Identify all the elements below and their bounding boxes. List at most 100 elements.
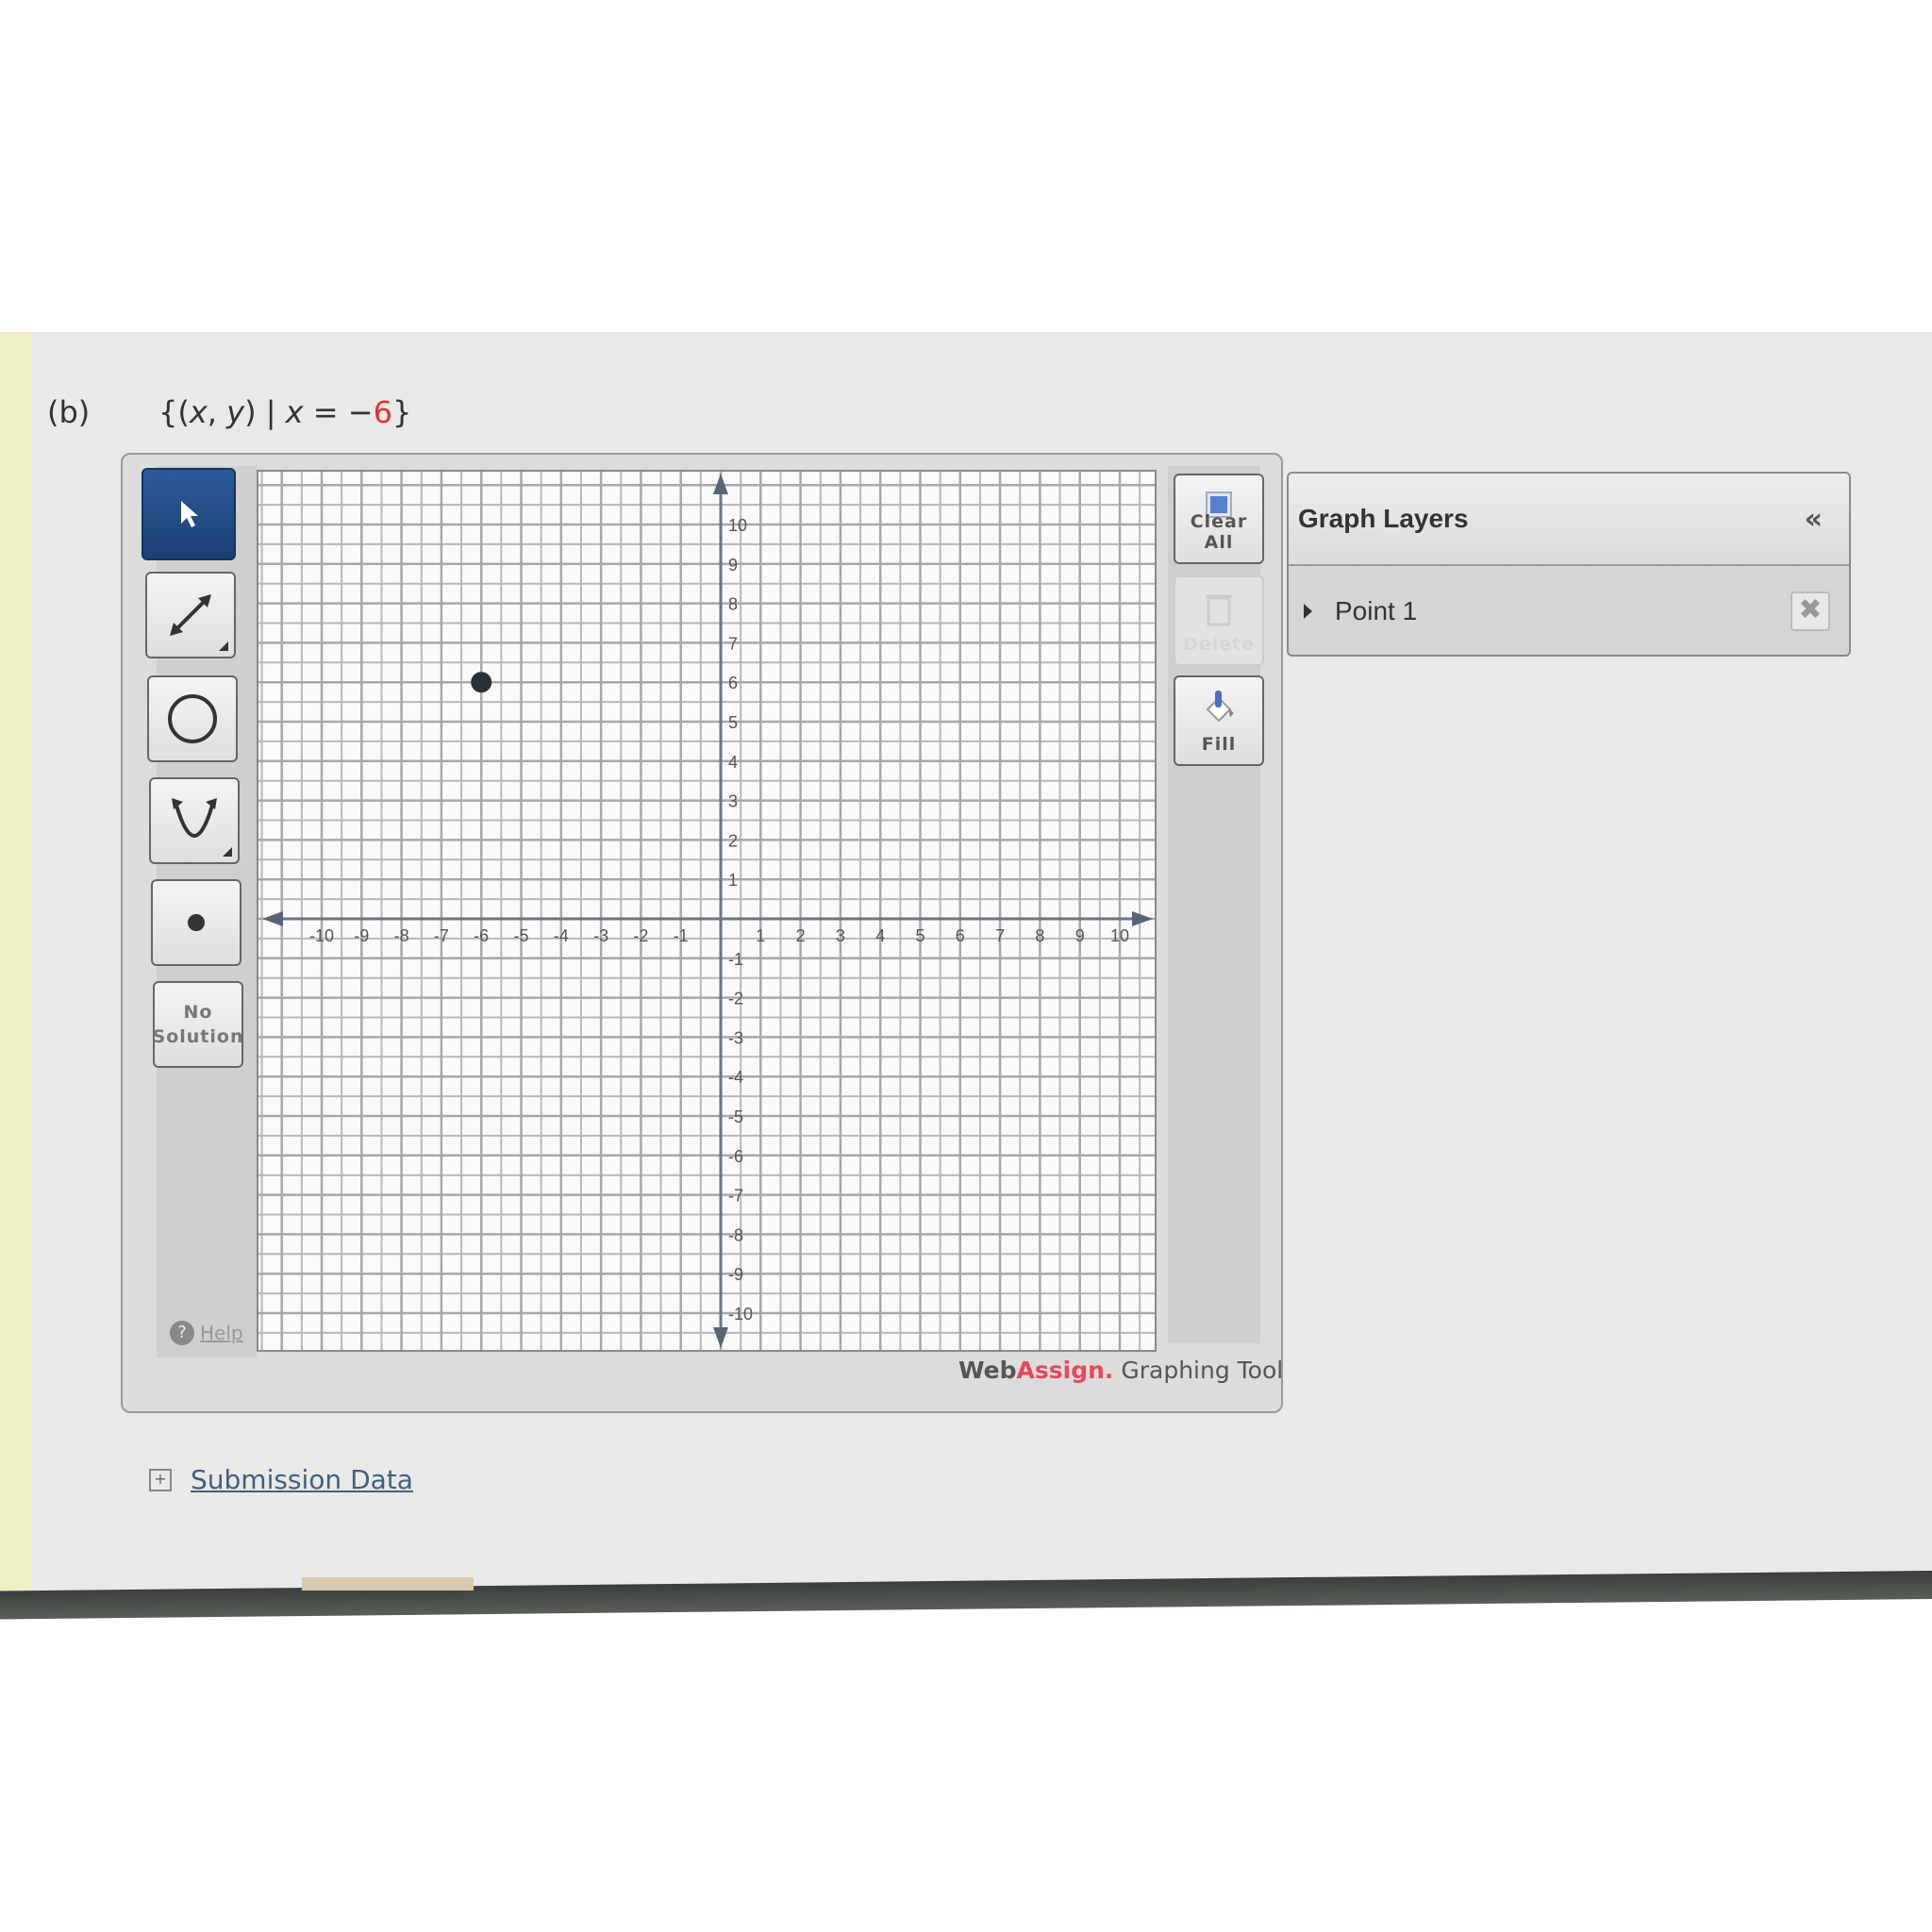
collapse-icon[interactable]: « <box>1805 503 1823 536</box>
fill-label: Fill <box>1201 734 1237 755</box>
y-tick-label: 10 <box>728 516 747 535</box>
point-icon <box>188 914 205 931</box>
y-tick-label: 9 <box>728 556 738 575</box>
line-arrow-icon <box>170 594 211 636</box>
delete-button[interactable]: Delete <box>1174 575 1264 666</box>
y-tick-label: 7 <box>728 634 738 653</box>
part-label: (b) <box>47 394 91 430</box>
expr-comma: , <box>207 394 227 430</box>
expr-value: 6 <box>373 394 392 430</box>
layer-item-label: Point 1 <box>1335 596 1418 625</box>
x-tick-label: 2 <box>796 926 806 945</box>
x-tick-label: 7 <box>995 926 1005 945</box>
no-solution-label-2: Solution <box>152 1026 244 1047</box>
parabola-tool-button[interactable] <box>149 777 240 864</box>
y-tick-label: -6 <box>728 1147 743 1166</box>
x-tick-label: 9 <box>1075 926 1085 945</box>
x-tick-label: -7 <box>434 926 449 945</box>
y-tick-label: -5 <box>728 1108 743 1126</box>
submenu-corner-icon <box>219 641 228 651</box>
expr-mid: ) | <box>244 394 286 430</box>
bezel-sticker <box>302 1577 474 1591</box>
x-tick-label: -4 <box>554 926 569 945</box>
y-tick-label: -7 <box>728 1187 743 1206</box>
x-tick-label: -5 <box>513 926 528 945</box>
y-tick-label: 1 <box>728 871 738 890</box>
x-tick-label: 3 <box>836 926 845 945</box>
coordinate-plane[interactable]: -10 -9 -8 -7 -6 -5 -4 -3 -2 -1 1 2 3 4 5 6 7 8 9 10 10 9 8 7 6 5 4… <box>258 472 1155 1350</box>
circle-tool-button[interactable] <box>147 675 238 762</box>
y-tick-label: -3 <box>728 1028 743 1047</box>
x-tick-label: 1 <box>756 926 765 945</box>
brand-suffix: Graphing Tool <box>1113 1357 1284 1384</box>
y-tick-label: -8 <box>728 1225 743 1244</box>
graph-canvas[interactable]: -10 -9 -8 -7 -6 -5 -4 -3 -2 -1 1 2 3 4 5 6 7 8 9 10 10 9 8 7 6 5 4… <box>257 470 1157 1352</box>
x-tick-label: -2 <box>633 926 648 945</box>
graph-layers-panel: Graph Layers « Point 1 ✖ <box>1287 472 1851 657</box>
left-edge-strip <box>0 332 32 1596</box>
x-tick-label: -9 <box>354 926 369 945</box>
y-tick-label: 6 <box>728 674 738 692</box>
expr-close: } <box>391 394 412 430</box>
webassign-branding: WebAssign. Graphing Tool <box>958 1357 1283 1384</box>
no-solution-button[interactable]: No Solution <box>153 981 243 1068</box>
x-tick-label: 8 <box>1035 926 1044 945</box>
y-tick-label: -9 <box>728 1265 743 1284</box>
expr-var-y: y <box>226 394 245 430</box>
x-axis-right-arrow <box>1132 911 1153 926</box>
submission-data-link[interactable]: Submission Data <box>191 1464 413 1495</box>
trash-icon <box>1206 594 1232 626</box>
clear-all-label: Clear All <box>1190 511 1248 553</box>
y-tick-label: -10 <box>728 1305 753 1324</box>
help-link[interactable]: ? Help <box>170 1321 243 1345</box>
x-tick-label: -3 <box>593 926 608 945</box>
x-tick-label: -10 <box>309 926 334 945</box>
x-tick-label: -6 <box>474 926 489 945</box>
y-tick-label: 3 <box>728 792 738 811</box>
expr-var-x2: x <box>285 394 304 430</box>
no-solution-label-1: No <box>183 1002 213 1023</box>
expand-triangle-icon[interactable] <box>1304 604 1312 619</box>
brand-web: Web <box>958 1357 1017 1384</box>
help-label[interactable]: Help <box>200 1322 243 1344</box>
x-tick-label: 4 <box>875 926 885 945</box>
submenu-corner-icon <box>223 847 232 857</box>
y-axis-down-arrow <box>713 1327 728 1348</box>
graph-layers-header: Graph Layers « <box>1289 474 1849 566</box>
set-expression: {(x, y) | x = −6} <box>158 394 411 430</box>
clear-all-button[interactable]: Clear All <box>1174 474 1264 564</box>
submission-data-toggle[interactable]: + Submission Data <box>149 1464 413 1495</box>
point-tool-button[interactable] <box>151 879 242 966</box>
pointer-arrow-icon <box>181 501 198 527</box>
delete-label: Delete <box>1182 634 1256 655</box>
delete-layer-icon[interactable]: ✖ <box>1790 591 1830 631</box>
y-tick-label: 2 <box>728 831 738 850</box>
y-tick-label: -1 <box>728 950 743 969</box>
x-axis-left-arrow <box>262 911 283 926</box>
x-tick-label: 6 <box>956 926 965 945</box>
expr-open: {( <box>158 394 190 430</box>
expr-equals: = − <box>303 394 374 430</box>
graph-layers-title: Graph Layers <box>1298 504 1469 533</box>
x-tick-label: 10 <box>1110 926 1129 945</box>
brand-assign: Assign. <box>1016 1357 1114 1384</box>
expr-var-x: x <box>189 394 208 430</box>
y-tick-label: -2 <box>728 990 743 1008</box>
x-tick-label: 5 <box>915 926 924 945</box>
line-tool-button[interactable] <box>145 572 236 658</box>
plotted-point[interactable] <box>471 672 492 693</box>
help-icon: ? <box>170 1321 194 1345</box>
x-tick-label: -8 <box>394 926 409 945</box>
select-tool-button[interactable] <box>142 468 236 560</box>
y-tick-label: 5 <box>728 713 738 732</box>
y-tick-label: -4 <box>728 1068 743 1087</box>
parabola-icon <box>172 798 217 838</box>
layer-item[interactable]: Point 1 ✖ <box>1289 566 1849 655</box>
y-tick-label: 8 <box>728 595 738 614</box>
y-tick-label: 4 <box>728 753 738 772</box>
fill-bucket-icon <box>1206 691 1234 723</box>
fill-button[interactable]: Fill <box>1174 675 1264 766</box>
expand-plus-icon[interactable]: + <box>149 1468 172 1491</box>
circle-icon <box>168 694 217 743</box>
x-tick-label: -1 <box>674 926 689 945</box>
